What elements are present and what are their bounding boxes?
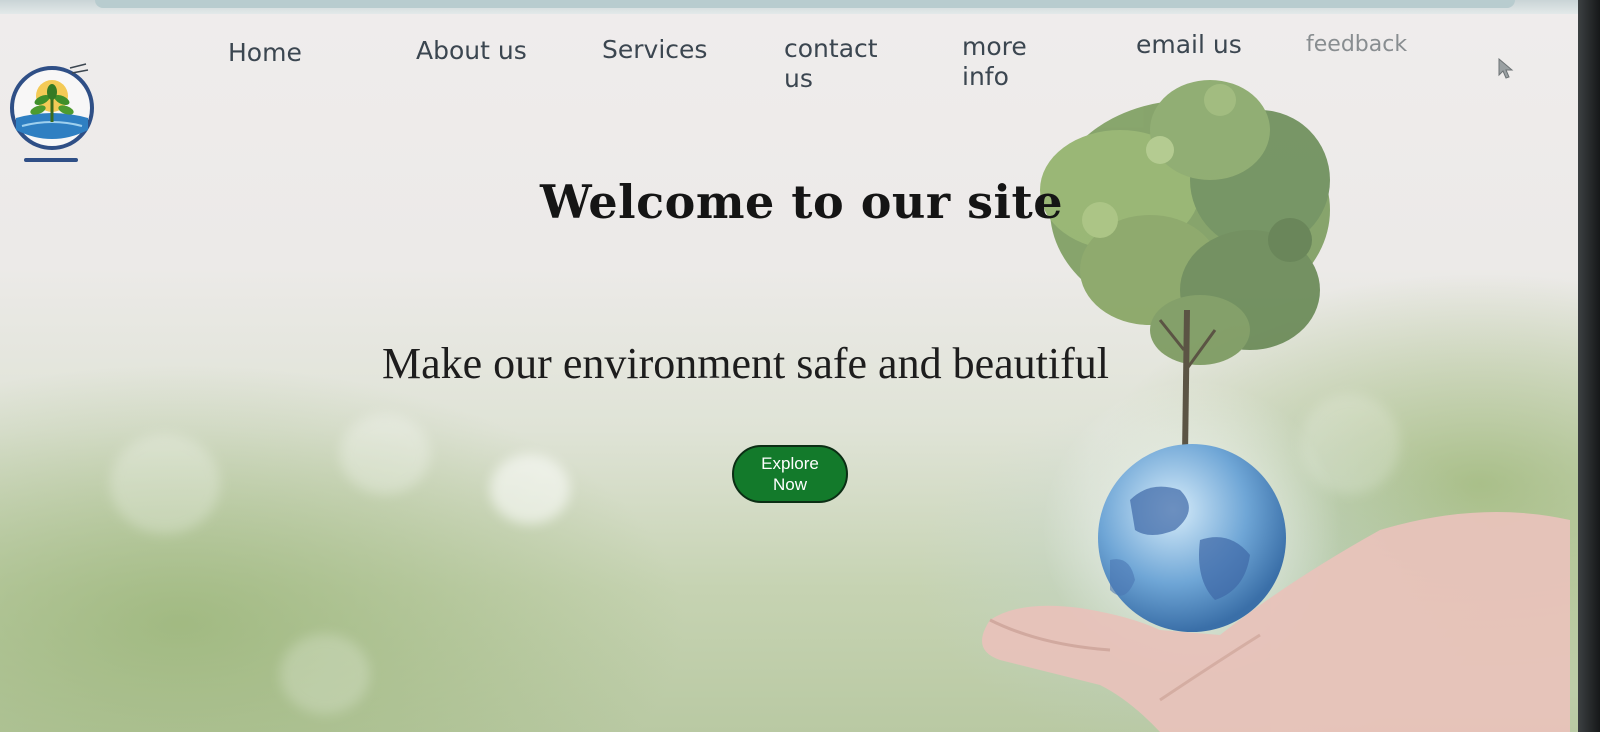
logo-underline	[24, 158, 78, 162]
bokeh-light	[340, 414, 430, 494]
address-bar-edge	[95, 0, 1515, 8]
nav-link-about-us[interactable]: About us	[416, 36, 527, 66]
nav-link-feedback[interactable]: feedback	[1306, 30, 1407, 60]
tree-logo-icon[interactable]	[4, 56, 100, 152]
nav-link-contact-us[interactable]: contact us	[784, 34, 894, 94]
explore-now-button[interactable]: Explore Now	[732, 445, 848, 503]
bokeh-light	[110, 434, 220, 534]
hero-subtitle: Make our environment safe and beautiful	[382, 339, 1109, 388]
hero-title: Welcome to our site	[540, 175, 1064, 229]
bokeh-light	[490, 454, 570, 524]
screen-edge	[1578, 0, 1600, 732]
nav-link-email-us[interactable]: email us	[1136, 30, 1242, 60]
tree-globe-hand-illustration	[982, 80, 1570, 732]
nav-link-home[interactable]: Home	[228, 38, 302, 68]
nav-link-services[interactable]: Services	[602, 35, 707, 65]
bokeh-light	[280, 634, 370, 714]
